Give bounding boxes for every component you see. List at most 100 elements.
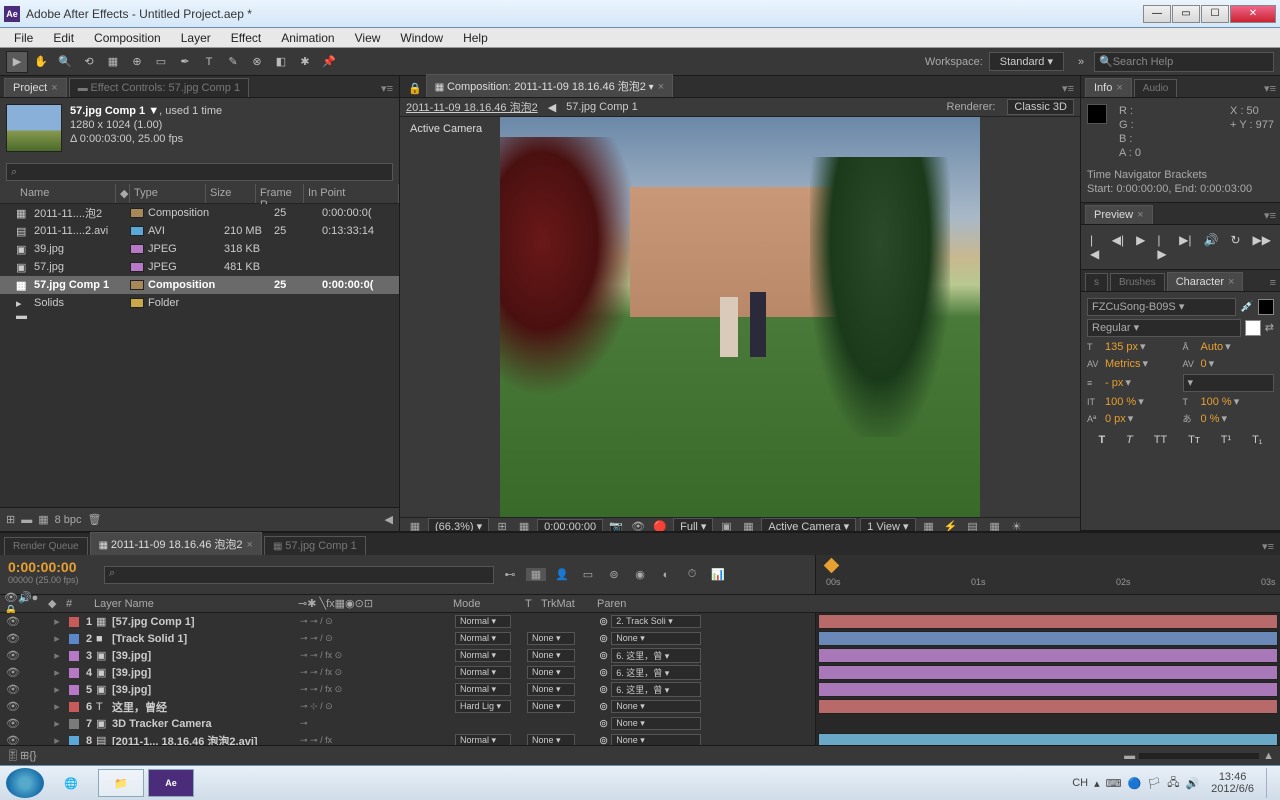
baseline[interactable]: 0 px: [1105, 412, 1126, 426]
composition-viewer[interactable]: Active Camera: [400, 117, 1080, 517]
bpc-toggle[interactable]: 8 bpc: [55, 514, 82, 526]
camera-tool[interactable]: ▦: [102, 51, 124, 73]
tab-info[interactable]: Info×: [1085, 78, 1132, 97]
timeline-tracks[interactable]: [815, 613, 1280, 745]
first-frame-button[interactable]: |◀: [1087, 231, 1103, 263]
tracking[interactable]: 0: [1201, 357, 1207, 371]
tab-brushes[interactable]: Brushes: [1110, 273, 1165, 291]
italic-button[interactable]: T: [1126, 433, 1133, 447]
project-item[interactable]: ▸ ▬SolidsFolder: [0, 294, 399, 312]
breadcrumb-2[interactable]: 57.jpg Comp 1: [560, 100, 644, 114]
zoom-out-icon[interactable]: ▬: [1124, 750, 1135, 762]
layer-bar[interactable]: [818, 648, 1278, 663]
toggle-switches-icon[interactable]: 🎚: [6, 749, 20, 762]
timeline-layer-row[interactable]: 👁▸7▣3D Tracker Camera⊸ ⊚ None ▾: [0, 715, 815, 732]
eraser-tool[interactable]: ◧: [270, 51, 292, 73]
hand-tool[interactable]: ✋: [30, 51, 52, 73]
pen-tool[interactable]: ✒: [174, 51, 196, 73]
breadcrumb-1[interactable]: 2011-11-09 18.16.46 泡泡2: [400, 98, 544, 116]
taskbar-explorer[interactable]: 📁: [98, 769, 144, 797]
kerning[interactable]: Metrics: [1105, 357, 1140, 371]
layer-bar[interactable]: [818, 665, 1278, 680]
shape-tool[interactable]: ▭: [150, 51, 172, 73]
font-size[interactable]: 135 px: [1105, 340, 1138, 354]
comp-mini-flowchart-icon[interactable]: ⊷: [500, 568, 520, 581]
layer-bar[interactable]: [818, 614, 1278, 629]
timeline-layers[interactable]: 👁▸1▦[57.jpg Comp 1]⊸ ⊸ / ⊙Normal ▾⊚ 2. T…: [0, 613, 815, 745]
tray-icon-1[interactable]: 🔵: [1128, 777, 1142, 790]
new-folder-icon[interactable]: ▬: [21, 514, 32, 526]
maximize-button[interactable]: ☐: [1201, 5, 1229, 23]
menu-animation[interactable]: Animation: [271, 29, 344, 47]
font-style-dropdown[interactable]: Regular ▾: [1087, 319, 1241, 337]
timeline-layer-row[interactable]: 👁▸6T这里，曾经⊸ ⊹ / ⊙Hard Lig ▾None ▾⊚ None ▾: [0, 698, 815, 715]
project-list[interactable]: ▦2011-11....泡2Composition250:00:00:0(▤20…: [0, 204, 399, 507]
toggle-modes-icon[interactable]: ⊞: [20, 749, 29, 762]
text-tool[interactable]: T: [198, 51, 220, 73]
timeline-layer-row[interactable]: 👁▸1▦[57.jpg Comp 1]⊸ ⊸ / ⊙Normal ▾⊚ 2. T…: [0, 613, 815, 630]
timeline-search-input[interactable]: ⌕: [104, 566, 494, 584]
layer-bar[interactable]: [818, 733, 1278, 745]
timeline-layer-row[interactable]: 👁▸2■[Track Solid 1]⊸ ⊸ / ⊙Normal ▾None ▾…: [0, 630, 815, 647]
brush-tool[interactable]: ✎: [222, 51, 244, 73]
mute-button[interactable]: 🔊: [1201, 231, 1222, 263]
smallcaps-button[interactable]: Tᴛ: [1188, 433, 1200, 447]
tab-effect-controls[interactable]: ▬ Effect Controls: 57.jpg Comp 1: [69, 78, 249, 97]
bold-button[interactable]: T: [1098, 433, 1105, 447]
taskbar-ae[interactable]: Ae: [148, 769, 194, 797]
font-family-dropdown[interactable]: FZCuSong-B09S ▾: [1087, 298, 1236, 316]
interpret-icon[interactable]: ⊞: [6, 513, 15, 526]
current-time-indicator[interactable]: [824, 558, 840, 574]
auto-keyframe-icon[interactable]: ◐: [656, 569, 676, 581]
timeline-layer-row[interactable]: 👁▸4▣[39.jpg]⊸ ⊸ / fx ⊙Normal ▾None ▾⊚ 6.…: [0, 664, 815, 681]
graph-icon[interactable]: 📊: [708, 568, 728, 581]
motion-blur-icon[interactable]: ⊚: [604, 568, 624, 581]
tab-timeline-2[interactable]: ▦ 57.jpg Comp 1: [264, 536, 366, 555]
subscript-button[interactable]: T₁: [1252, 433, 1262, 447]
current-timecode[interactable]: 0:00:00:00: [8, 559, 92, 575]
tsume[interactable]: 0 %: [1201, 412, 1220, 426]
brainstorm-icon[interactable]: ◉: [630, 568, 650, 581]
layer-bar[interactable]: [818, 699, 1278, 714]
project-item[interactable]: ▣57.jpgJPEG481 KB: [0, 258, 399, 276]
allcaps-button[interactable]: TT: [1154, 433, 1167, 447]
play-button[interactable]: ▶: [1133, 231, 1148, 263]
tab-timeline-1[interactable]: ▦ 2011-11-09 18.16.46 泡泡2×: [90, 532, 262, 555]
frame-blend-icon[interactable]: ▭: [578, 568, 598, 581]
tab-audio[interactable]: Audio: [1134, 79, 1178, 97]
new-comp-icon[interactable]: ▦: [38, 513, 48, 526]
timeline-layer-row[interactable]: 👁▸3▣[39.jpg]⊸ ⊸ / fx ⊙Normal ▾None ▾⊚ 6.…: [0, 647, 815, 664]
layer-bar[interactable]: [818, 716, 1278, 731]
tab-character[interactable]: Character×: [1167, 272, 1244, 291]
tab-composition[interactable]: ▦ Composition: 2011-11-09 18.16.46 泡泡2 ▾…: [426, 74, 673, 97]
minimize-button[interactable]: —: [1143, 5, 1171, 23]
menu-edit[interactable]: Edit: [43, 29, 84, 47]
show-desktop-button[interactable]: [1266, 768, 1274, 798]
menu-composition[interactable]: Composition: [84, 29, 171, 47]
graph-editor-icon[interactable]: ⏱: [682, 568, 702, 581]
tray-arrow-icon[interactable]: ▴: [1094, 777, 1100, 790]
taskbar-ie[interactable]: 🌐: [48, 769, 94, 797]
tab-project[interactable]: Project×: [4, 78, 67, 97]
menu-help[interactable]: Help: [453, 29, 498, 47]
stroke-color[interactable]: [1245, 320, 1261, 336]
eyedropper-icon[interactable]: 💉: [1240, 300, 1254, 314]
vscale[interactable]: 100 %: [1105, 395, 1136, 409]
zoom-in-icon[interactable]: ▲: [1263, 750, 1274, 762]
tray-network-icon[interactable]: 🖧: [1167, 774, 1179, 793]
fill-color[interactable]: [1258, 299, 1274, 315]
leading[interactable]: Auto: [1201, 340, 1224, 354]
stroke-style-dropdown[interactable]: ▾: [1183, 374, 1275, 392]
menu-effect[interactable]: Effect: [221, 29, 271, 47]
timeline-layer-row[interactable]: 👁▸8▤[2011-1... 18.16.46 泡泡2.avi]⊸ ⊸ / fx…: [0, 732, 815, 745]
timeline-layer-row[interactable]: 👁▸5▣[39.jpg]⊸ ⊸ / fx ⊙Normal ▾None ▾⊚ 6.…: [0, 681, 815, 698]
last-frame-button[interactable]: ▶|: [1176, 231, 1194, 263]
workspace-dropdown[interactable]: Standard ▾: [989, 52, 1064, 71]
tab-s[interactable]: s: [1085, 273, 1108, 291]
tab-render-queue[interactable]: Render Queue: [4, 537, 88, 555]
delete-icon[interactable]: 🗑: [88, 513, 102, 526]
loop-button[interactable]: ↻: [1227, 231, 1243, 263]
roto-tool[interactable]: ✱: [294, 51, 316, 73]
ram-preview-button[interactable]: ▶▶: [1250, 231, 1274, 263]
prev-frame-button[interactable]: ◀|: [1109, 231, 1127, 263]
